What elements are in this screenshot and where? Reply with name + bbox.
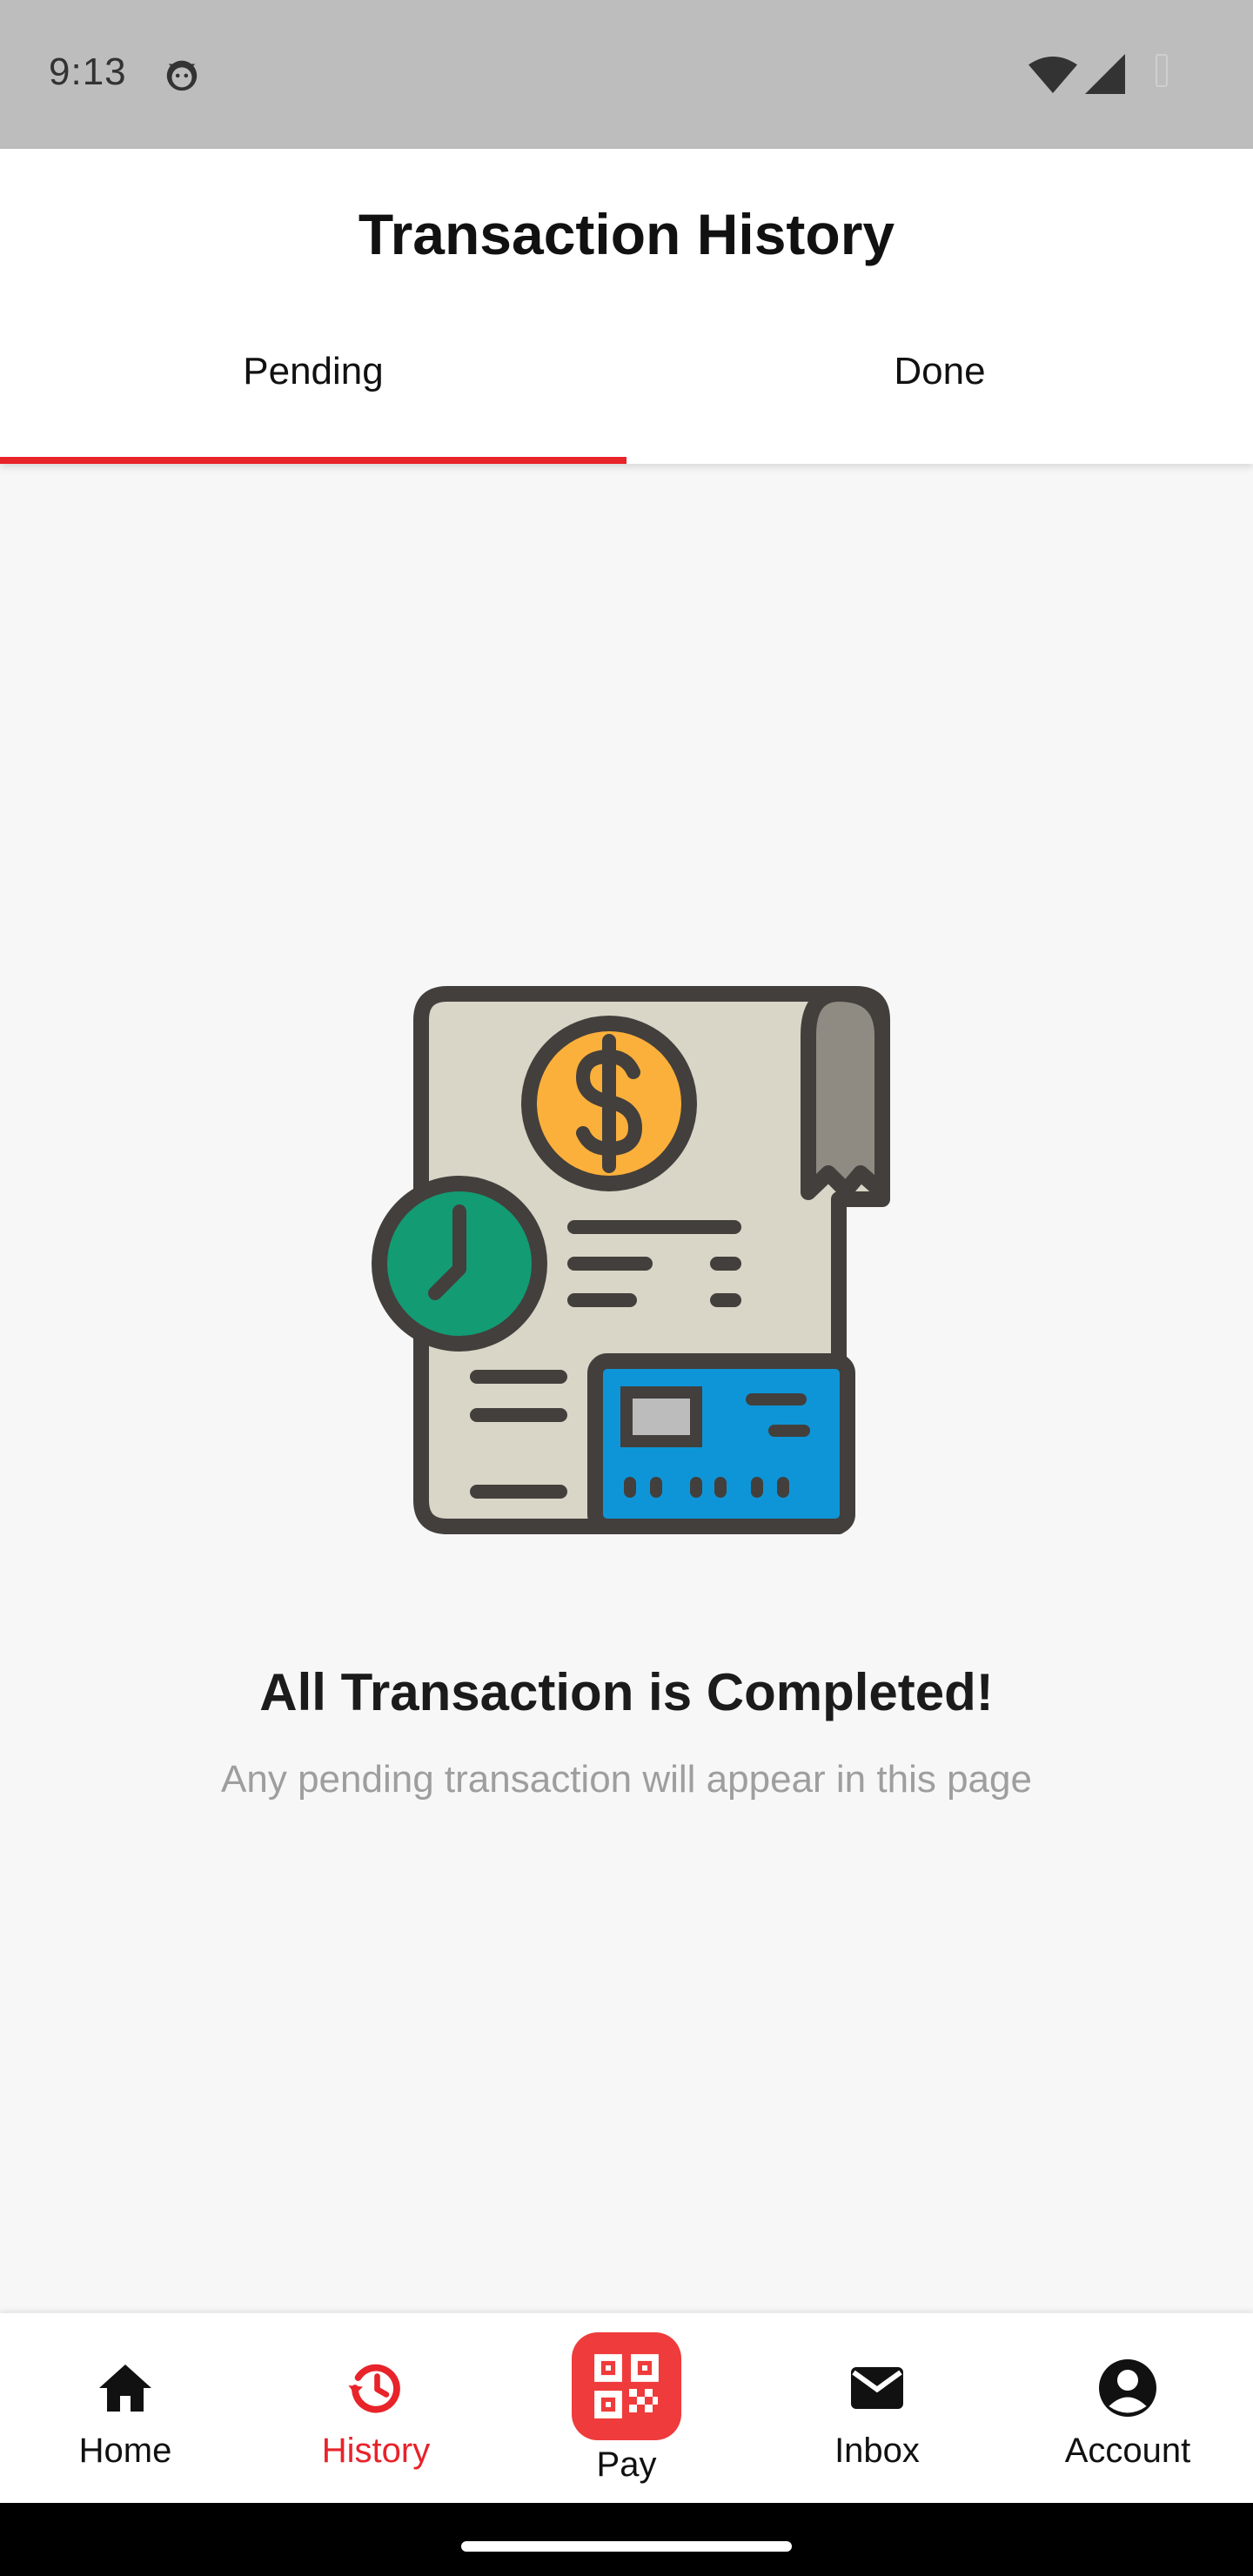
tab-indicator	[0, 457, 626, 464]
nav-history[interactable]: History	[251, 2313, 501, 2503]
empty-state-subtitle: Any pending transaction will appear in t…	[221, 1758, 1032, 1801]
bottom-nav: Home History Pay Inbox Account	[0, 2313, 1253, 2503]
app-bar: Transaction History Pending Done	[0, 149, 1253, 464]
tab-done[interactable]: Done	[626, 314, 1253, 464]
notification-app-icon	[166, 60, 198, 91]
status-bar: 9:13	[0, 0, 1253, 149]
battery-icon	[1156, 54, 1168, 87]
account-icon	[1099, 2359, 1156, 2417]
qr-code-icon	[594, 2354, 659, 2418]
tab-pending-label: Pending	[243, 350, 384, 392]
nav-account-label: Account	[1064, 2432, 1191, 2470]
wifi-icon	[1029, 57, 1077, 93]
tab-pending[interactable]: Pending	[0, 314, 626, 464]
nav-home-label: Home	[78, 2432, 172, 2470]
history-icon	[348, 2364, 400, 2413]
nav-inbox[interactable]: Inbox	[752, 2313, 1002, 2503]
screen: 9:13 Transaction History Pending Done Al…	[0, 0, 1253, 2576]
signal-icon	[1085, 54, 1125, 94]
status-time: 9:13	[49, 50, 127, 93]
nav-account[interactable]: Account	[1002, 2313, 1253, 2503]
mail-icon	[851, 2367, 903, 2409]
receipt-clock-card-illustration	[372, 986, 890, 1534]
tab-done-label: Done	[894, 350, 986, 392]
gesture-handle[interactable]	[461, 2541, 792, 2552]
system-navigation-bar	[0, 2503, 1253, 2576]
nav-pay-label: Pay	[596, 2445, 657, 2484]
empty-state-title: All Transaction is Completed!	[259, 1663, 994, 1721]
pay-button[interactable]	[572, 2332, 681, 2440]
nav-pay[interactable]: Pay	[501, 2313, 752, 2503]
home-icon	[99, 2365, 151, 2412]
nav-inbox-label: Inbox	[834, 2432, 920, 2470]
nav-history-label: History	[321, 2432, 431, 2470]
nav-home[interactable]: Home	[0, 2313, 251, 2503]
page-title: Transaction History	[358, 202, 895, 266]
